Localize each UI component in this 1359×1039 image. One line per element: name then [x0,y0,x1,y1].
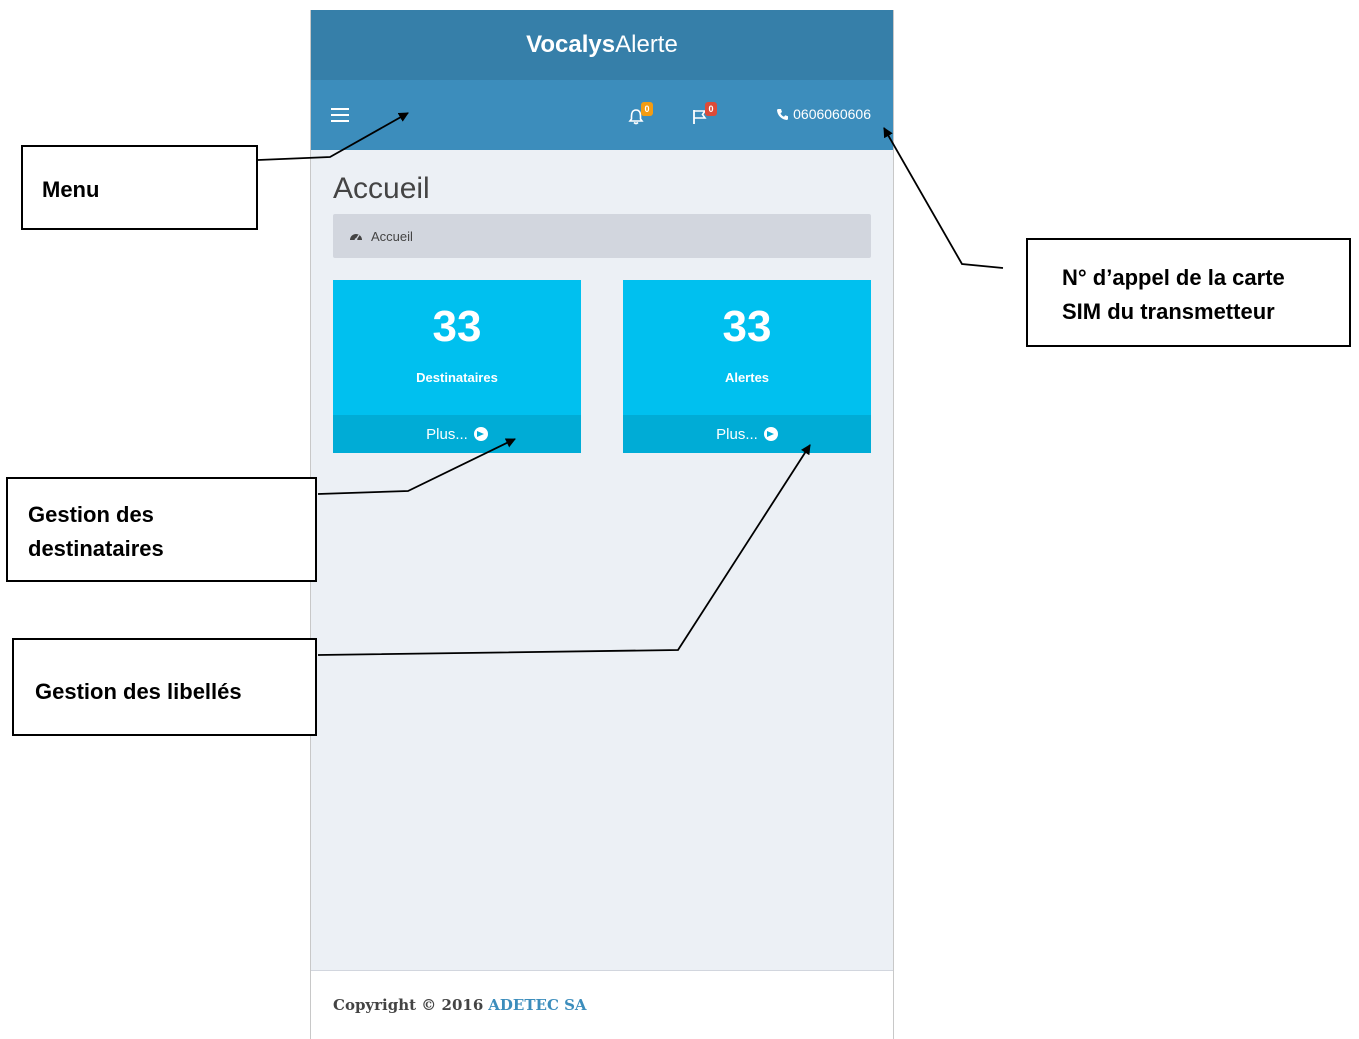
recipients-arrow [317,438,516,495]
menu-arrow [257,112,409,161]
labels-arrow [317,444,811,656]
annotation-arrows [257,112,1004,656]
sim-number-arrow [883,127,1004,269]
